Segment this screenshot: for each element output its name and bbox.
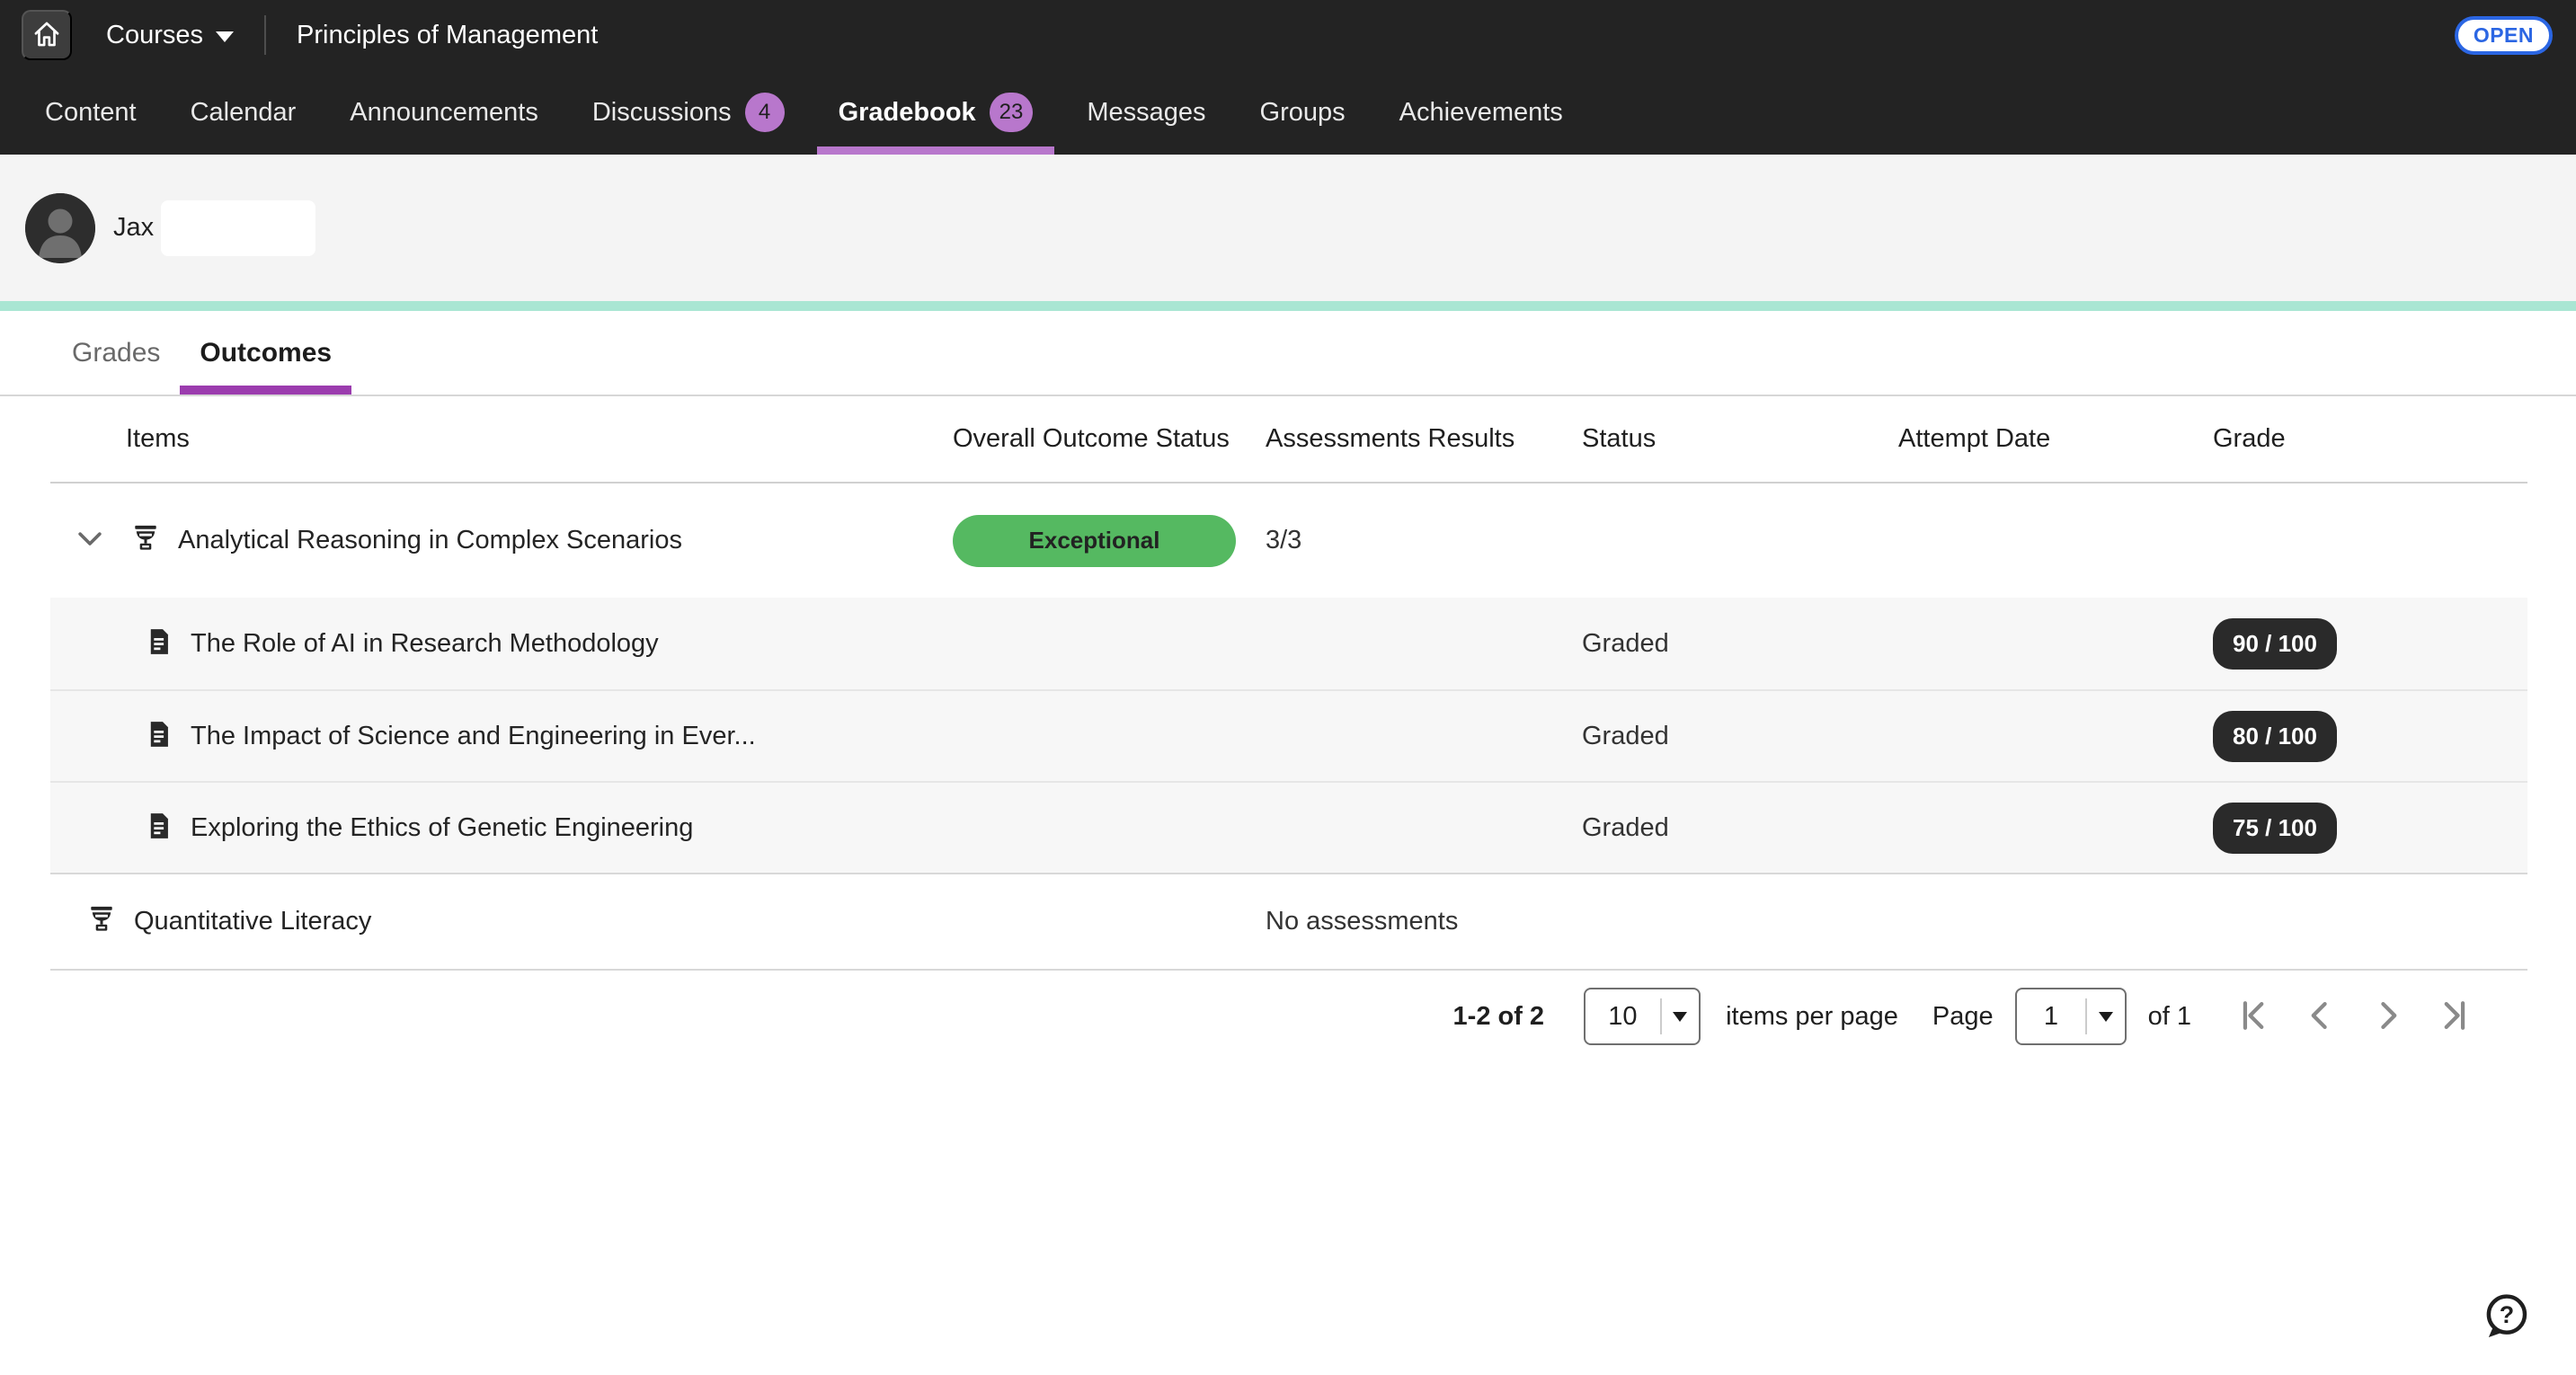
course-title: Principles of Management (297, 21, 598, 50)
nav-item-messages[interactable]: Messages (1060, 70, 1232, 155)
items-per-page-label: items per page (1726, 1002, 1898, 1032)
chevron-down-icon (216, 31, 234, 42)
table-header-row: Items Overall Outcome Status Assessments… (50, 396, 2527, 483)
discussions-count-badge: 4 (745, 93, 785, 132)
items-range-text: 1-2 of 2 (1453, 1002, 1545, 1032)
nav-item-label: Gradebook (839, 98, 976, 128)
nav-item-label: Messages (1087, 98, 1205, 128)
column-header-grade: Grade (2213, 424, 2527, 454)
nav-item-announcements[interactable]: Announcements (323, 70, 565, 155)
nav-item-label: Achievements (1399, 98, 1563, 128)
document-icon (144, 719, 174, 754)
previous-page-button[interactable] (2296, 991, 2346, 1042)
nav-item-label: Groups (1260, 98, 1346, 128)
page-total-label: of 1 (2148, 1002, 2191, 1032)
column-header-items: Items (50, 424, 953, 454)
grade-badge: 80 / 100 (2213, 711, 2337, 762)
chevron-down-icon (72, 521, 108, 560)
home-icon (31, 19, 62, 52)
tab-outcomes[interactable]: Outcomes (180, 311, 351, 395)
table-row[interactable]: The Impact of Science and Engineering in… (50, 689, 2527, 781)
help-question-icon: ? (2481, 1330, 2531, 1344)
course-open-badge: OPEN (2455, 16, 2553, 55)
page-number-value: 1 (2017, 1002, 2086, 1032)
assessments-results-value: No assessments (1266, 907, 1582, 936)
next-page-button[interactable] (2362, 991, 2412, 1042)
outcome-icon (129, 522, 162, 559)
nav-item-label: Calendar (191, 98, 297, 128)
assessment-title: Exploring the Ethics of Genetic Engineer… (191, 813, 693, 843)
table-row[interactable]: Analytical Reasoning in Complex Scenario… (50, 483, 2527, 598)
student-first-name: Jax (113, 213, 154, 243)
tab-label: Outcomes (200, 338, 332, 368)
top-bar: Courses Principles of Management OPEN (0, 0, 2576, 70)
nav-item-label: Discussions (592, 98, 732, 128)
nav-item-groups[interactable]: Groups (1233, 70, 1372, 155)
page-number-select[interactable]: 1 (2015, 988, 2127, 1045)
nav-item-achievements[interactable]: Achievements (1372, 70, 1590, 155)
courses-label: Courses (106, 21, 203, 50)
chevron-down-icon (2087, 1012, 2124, 1022)
column-header-assessments-results: Assessments Results (1266, 424, 1582, 454)
tab-grades[interactable]: Grades (52, 311, 180, 395)
svg-text:?: ? (2500, 1301, 2514, 1328)
assessment-title: The Role of AI in Research Methodology (191, 629, 659, 659)
accent-strip (0, 301, 2576, 311)
page-size-value: 10 (1586, 1002, 1660, 1032)
nav-item-calendar[interactable]: Calendar (164, 70, 324, 155)
nav-item-label: Announcements (350, 98, 538, 128)
last-page-button[interactable] (2429, 991, 2479, 1042)
redacted-user-name (161, 200, 315, 256)
course-navbar: Content Calendar Announcements Discussio… (0, 70, 2576, 155)
topbar-divider (264, 15, 266, 55)
table-row[interactable]: The Role of AI in Research Methodology G… (50, 598, 2527, 689)
grade-badge: 75 / 100 (2213, 803, 2337, 854)
outcome-icon (85, 903, 118, 940)
nav-item-gradebook[interactable]: Gradebook 23 (812, 70, 1061, 155)
courses-dropdown[interactable]: Courses (106, 21, 234, 50)
first-page-icon (2234, 996, 2274, 1038)
tab-label: Grades (72, 338, 160, 368)
outcomes-table: Items Overall Outcome Status Assessments… (50, 396, 2527, 1062)
grade-badge: 90 / 100 (2213, 618, 2337, 670)
pager-controls (2229, 991, 2479, 1042)
last-page-icon (2434, 996, 2474, 1038)
assessment-status: Graded (1582, 722, 1898, 751)
column-header-attempt-date: Attempt Date (1898, 424, 2213, 454)
table-row[interactable]: Quantitative Literacy No assessments (50, 873, 2527, 971)
assessment-title: The Impact of Science and Engineering in… (191, 722, 756, 751)
avatar (25, 193, 95, 263)
chevron-down-icon (1662, 1012, 1699, 1022)
assessment-status: Graded (1582, 813, 1898, 843)
home-button[interactable] (22, 10, 72, 60)
outcome-title: Quantitative Literacy (134, 907, 371, 936)
gradebook-count-badge: 23 (990, 93, 1034, 132)
table-row[interactable]: Exploring the Ethics of Genetic Engineer… (50, 781, 2527, 873)
assessments-results-value: 3/3 (1266, 526, 1582, 555)
help-button[interactable]: ? (2481, 1291, 2531, 1341)
column-header-overall-outcome-status: Overall Outcome Status (953, 424, 1266, 454)
student-header: Jax (0, 155, 2576, 301)
chevron-right-icon (2367, 996, 2407, 1038)
assessment-status: Graded (1582, 629, 1898, 659)
page-size-select[interactable]: 10 (1584, 988, 1701, 1045)
document-icon (144, 626, 174, 661)
column-header-status: Status (1582, 424, 1898, 454)
collapse-row-button[interactable] (70, 521, 110, 561)
overall-status-badge: Exceptional (953, 515, 1236, 567)
page-label: Page (1932, 1002, 1994, 1032)
chevron-left-icon (2301, 996, 2341, 1038)
gradebook-tabs: Grades Outcomes (0, 311, 2576, 396)
first-page-button[interactable] (2229, 991, 2279, 1042)
pagination-bar: 1-2 of 2 10 items per page Page 1 of 1 (50, 971, 2479, 1062)
nav-item-label: Content (45, 98, 137, 128)
document-icon (144, 811, 174, 846)
nav-item-discussions[interactable]: Discussions 4 (565, 70, 812, 155)
outcome-title: Analytical Reasoning in Complex Scenario… (178, 526, 682, 555)
nav-item-content[interactable]: Content (18, 70, 164, 155)
